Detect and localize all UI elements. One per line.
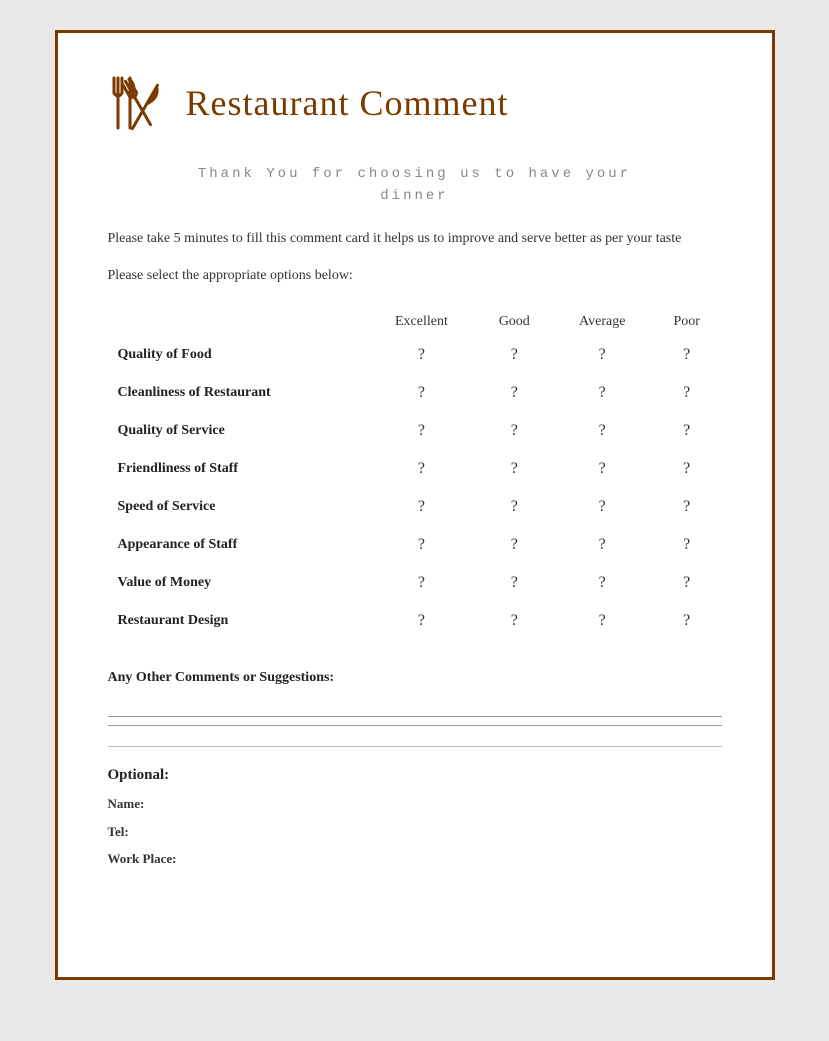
radio-average[interactable]: ? — [553, 374, 652, 412]
header: Restaurant Comment — [108, 73, 722, 133]
thank-you-line2: dinner — [108, 185, 722, 207]
row-label[interactable]: Friendliness of Staff — [108, 450, 367, 488]
row-label[interactable]: Value of Money — [108, 564, 367, 602]
table-row: Restaurant Design ? ? ? ? — [108, 602, 722, 640]
table-row: Value of Money ? ? ? ? — [108, 564, 722, 602]
radio-excellent[interactable]: ? — [367, 450, 476, 488]
row-label[interactable]: Restaurant Design — [108, 602, 367, 640]
col-header-label — [108, 308, 367, 336]
page-title: Restaurant Comment — [186, 82, 509, 124]
comments-section: Any Other Comments or Suggestions: — [108, 670, 722, 726]
radio-average[interactable]: ? — [553, 336, 652, 374]
row-label[interactable]: Quality of Food — [108, 336, 367, 374]
radio-poor[interactable]: ? — [652, 564, 722, 602]
instruction-text: Please select the appropriate options be… — [108, 268, 722, 284]
radio-good[interactable]: ? — [476, 450, 553, 488]
radio-poor[interactable]: ? — [652, 602, 722, 640]
col-header-good: Good — [476, 308, 553, 336]
fork-knife-icon — [108, 73, 168, 133]
radio-poor[interactable]: ? — [652, 488, 722, 526]
table-row: Cleanliness of Restaurant ? ? ? ? — [108, 374, 722, 412]
radio-poor[interactable]: ? — [652, 336, 722, 374]
row-label[interactable]: Cleanliness of Restaurant — [108, 374, 367, 412]
radio-excellent[interactable]: ? — [367, 412, 476, 450]
radio-average[interactable]: ? — [553, 526, 652, 564]
optional-section: Optional: Name: Tel: Work Place: — [108, 767, 722, 870]
radio-average[interactable]: ? — [553, 602, 652, 640]
radio-good[interactable]: ? — [476, 374, 553, 412]
radio-good[interactable]: ? — [476, 526, 553, 564]
radio-poor[interactable]: ? — [652, 412, 722, 450]
radio-average[interactable]: ? — [553, 450, 652, 488]
col-header-poor: Poor — [652, 308, 722, 336]
table-row: Speed of Service ? ? ? ? — [108, 488, 722, 526]
row-label[interactable]: Speed of Service — [108, 488, 367, 526]
table-row: Quality of Food ? ? ? ? — [108, 336, 722, 374]
radio-average[interactable]: ? — [553, 412, 652, 450]
description-text: Please take 5 minutes to fill this comme… — [108, 228, 722, 250]
col-header-excellent: Excellent — [367, 308, 476, 336]
comments-line-1 — [108, 716, 722, 717]
radio-average[interactable]: ? — [553, 564, 652, 602]
radio-excellent[interactable]: ? — [367, 336, 476, 374]
radio-excellent[interactable]: ? — [367, 374, 476, 412]
radio-good[interactable]: ? — [476, 336, 553, 374]
radio-good[interactable]: ? — [476, 602, 553, 640]
optional-field: Tel: — [108, 820, 722, 843]
radio-poor[interactable]: ? — [652, 450, 722, 488]
radio-excellent[interactable]: ? — [367, 526, 476, 564]
section-divider — [108, 746, 722, 747]
table-row: Appearance of Staff ? ? ? ? — [108, 526, 722, 564]
radio-good[interactable]: ? — [476, 412, 553, 450]
optional-field: Work Place: — [108, 847, 722, 870]
radio-excellent[interactable]: ? — [367, 602, 476, 640]
rating-table: Excellent Good Average Poor Quality of F… — [108, 308, 722, 640]
comments-label: Any Other Comments or Suggestions: — [108, 670, 722, 686]
row-label[interactable]: Quality of Service — [108, 412, 367, 450]
col-header-average: Average — [553, 308, 652, 336]
optional-field: Name: — [108, 792, 722, 815]
table-row: Quality of Service ? ? ? ? — [108, 412, 722, 450]
radio-good[interactable]: ? — [476, 564, 553, 602]
radio-good[interactable]: ? — [476, 488, 553, 526]
thank-you-line1: Thank You for choosing us to have your — [108, 163, 722, 185]
page-container: Restaurant Comment Thank You for choosin… — [55, 30, 775, 980]
radio-excellent[interactable]: ? — [367, 488, 476, 526]
table-row: Friendliness of Staff ? ? ? ? — [108, 450, 722, 488]
radio-excellent[interactable]: ? — [367, 564, 476, 602]
optional-title: Optional: — [108, 767, 722, 784]
radio-poor[interactable]: ? — [652, 374, 722, 412]
thank-you-text: Thank You for choosing us to have your d… — [108, 163, 722, 208]
radio-average[interactable]: ? — [553, 488, 652, 526]
row-label[interactable]: Appearance of Staff — [108, 526, 367, 564]
radio-poor[interactable]: ? — [652, 526, 722, 564]
comments-line-2 — [108, 725, 722, 726]
